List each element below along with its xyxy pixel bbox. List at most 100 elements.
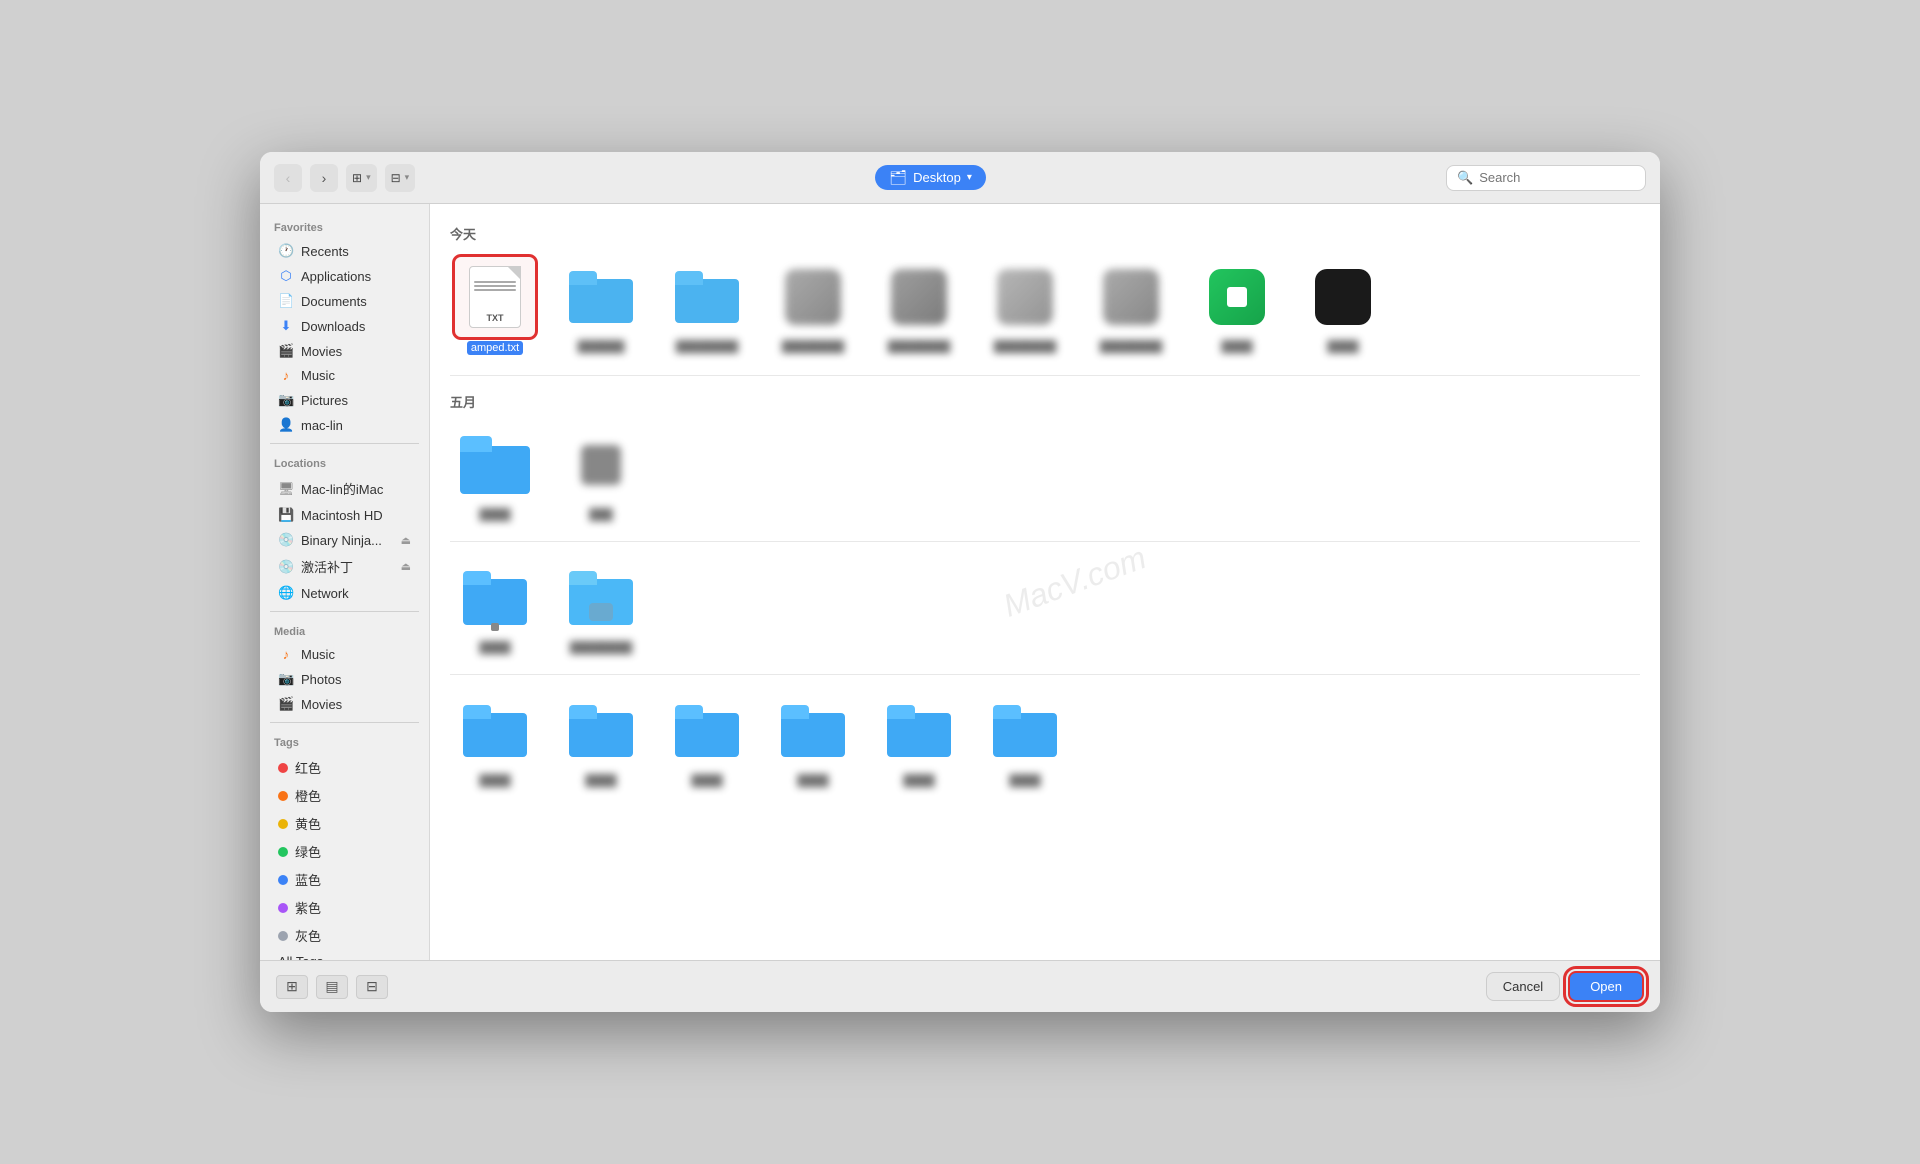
sidebar-item-documents[interactable]: 📄 Documents	[264, 289, 425, 313]
sidebar-item-tag-gray[interactable]: 灰色	[264, 922, 425, 949]
sidebar-label-recents: Recents	[301, 244, 349, 259]
file-item-amped-txt[interactable]: TXT amped.txt	[450, 257, 540, 355]
bottom-bar: ⊞ ▤ ⊟ Cancel Open	[260, 960, 1660, 1012]
file-item-big-folder[interactable]: ████	[450, 425, 540, 521]
blurred-4-icon	[1091, 257, 1171, 337]
sidebar-item-tag-red[interactable]: 红色	[264, 754, 425, 781]
sidebar-item-tag-blue[interactable]: 蓝色	[264, 866, 425, 893]
sidebar-item-tag-orange[interactable]: 橙色	[264, 782, 425, 809]
file-item-bf-4[interactable]: ████	[768, 691, 858, 787]
sidebar-item-movies-media[interactable]: 🎬 Movies	[264, 692, 425, 716]
bottom-icon-2[interactable]: ▤	[316, 975, 348, 999]
bf-6-name: ████	[1009, 775, 1040, 787]
sidebar-item-movies[interactable]: 🎬 Movies	[264, 339, 425, 363]
bf-1-name: ████	[479, 775, 510, 787]
app-dark-icon-wrapper	[1303, 257, 1383, 337]
file-item-bf-5[interactable]: ████	[874, 691, 964, 787]
sidebar-item-tag-yellow[interactable]: 黄色	[264, 810, 425, 837]
folder-b-icon	[569, 571, 633, 625]
network-icon: 🌐	[278, 585, 294, 601]
search-bar[interactable]: 🔍	[1446, 165, 1646, 191]
file-item-app-green[interactable]: ████	[1192, 257, 1282, 355]
sidebar-item-tag-purple[interactable]: 紫色	[264, 894, 425, 921]
sidebar-item-binary-ninja[interactable]: 💿 Binary Ninja... ⏏	[264, 528, 425, 552]
file-item-folder-1[interactable]: ██████	[556, 257, 646, 355]
bf-2-name: ████	[585, 775, 616, 787]
photos-icon: 📷	[278, 671, 294, 687]
list-view-icon: ⊟	[391, 171, 401, 185]
folder-icon: 🗂	[889, 169, 907, 186]
file-item-blurred-3[interactable]: ████████	[980, 257, 1070, 355]
bf-1-wrapper	[455, 691, 535, 771]
file-item-bf-2[interactable]: ████	[556, 691, 646, 787]
sidebar-item-tag-green[interactable]: 绿色	[264, 838, 425, 865]
sidebar-label-tag-gray: 灰色	[295, 926, 321, 945]
sidebar-label-network: Network	[301, 586, 349, 601]
more-files-grid: ████ ████████	[450, 558, 1640, 654]
sidebar: Favorites 🕐 Recents ⬡ Applications 📄 Doc…	[260, 204, 430, 960]
location-pill[interactable]: 🗂 Desktop ▾	[875, 165, 986, 190]
sidebar-item-pictures[interactable]: 📷 Pictures	[264, 388, 425, 412]
blurred-4-name: ████████	[1100, 341, 1162, 353]
toolbar: ‹ › ⊞ ▾ ⊟ ▾ 🗂 Desktop ▾ 🔍	[260, 152, 1660, 204]
back-button[interactable]: ‹	[274, 164, 302, 192]
sidebar-item-imac[interactable]: 🖥 Mac-lin的iMac	[264, 475, 425, 502]
today-files-grid: TXT amped.txt ██████	[450, 257, 1640, 355]
file-item-bf-6[interactable]: ████	[980, 691, 1070, 787]
sidebar-label-pictures: Pictures	[301, 393, 348, 408]
bottom-icon-1[interactable]: ⊞	[276, 975, 308, 999]
sidebar-item-network[interactable]: 🌐 Network	[264, 581, 425, 605]
app-green-icon	[1209, 269, 1265, 325]
sidebar-item-hd[interactable]: 💾 Macintosh HD	[264, 503, 425, 527]
location-chevron-icon: ▾	[967, 172, 972, 183]
bottom-files-grid: ████ ████	[450, 691, 1640, 787]
search-input[interactable]	[1479, 170, 1639, 185]
sidebar-item-recents[interactable]: 🕐 Recents	[264, 239, 425, 263]
bottom-icon-3[interactable]: ⊟	[356, 975, 388, 999]
sidebar-item-applications[interactable]: ⬡ Applications	[264, 264, 425, 288]
file-item-folder-b[interactable]: ████████	[556, 558, 646, 654]
sidebar-item-downloads[interactable]: ⬇ Downloads	[264, 314, 425, 338]
bf-4-name: ████	[797, 775, 828, 787]
sidebar-item-music-media[interactable]: ♪ Music	[264, 643, 425, 666]
blurred-2-icon	[879, 257, 959, 337]
bf-5-icon	[887, 705, 951, 757]
file-item-bf-3[interactable]: ████	[662, 691, 752, 787]
bottom-icons: ⊞ ▤ ⊟	[276, 975, 873, 999]
open-button[interactable]: Open	[1568, 971, 1644, 1002]
file-item-folder-2[interactable]: ████████	[662, 257, 752, 355]
txt-line-1	[474, 281, 516, 283]
sidebar-label-mac-lin: mac-lin	[301, 418, 343, 433]
file-item-blurred-4[interactable]: ████████	[1086, 257, 1176, 355]
sidebar-item-music[interactable]: ♪ Music	[264, 364, 425, 387]
sidebar-item-jihuo[interactable]: 💿 激活补丁 ⏏	[264, 553, 425, 580]
documents-icon: 📄	[278, 293, 294, 309]
file-open-dialog: ‹ › ⊞ ▾ ⊟ ▾ 🗂 Desktop ▾ 🔍 Favorites �	[260, 152, 1660, 1012]
sidebar-item-mac-lin[interactable]: 👤 mac-lin	[264, 413, 425, 437]
sidebar-label-movies-media: Movies	[301, 697, 342, 712]
forward-button[interactable]: ›	[310, 164, 338, 192]
sidebar-item-all-tags[interactable]: All Tags...	[264, 950, 425, 960]
folder-1-icon-wrapper	[561, 257, 641, 337]
tag-blue-dot	[278, 875, 288, 885]
sm-1-name: ███	[589, 509, 612, 521]
amped-txt-name: amped.txt	[467, 341, 523, 355]
sidebar-item-photos[interactable]: 📷 Photos	[264, 667, 425, 691]
file-item-bf-1[interactable]: ████	[450, 691, 540, 787]
file-item-blurred-2[interactable]: ████████	[874, 257, 964, 355]
file-item-blurred-1[interactable]: ████████	[768, 257, 858, 355]
sidebar-label-photos: Photos	[301, 672, 341, 687]
sidebar-divider-1	[270, 443, 419, 444]
movies-icon: 🎬	[278, 343, 294, 359]
list-view-toggle[interactable]: ⊟ ▾	[385, 164, 416, 192]
eject-jihuo-icon[interactable]: ⏏	[401, 560, 411, 573]
folder-1-icon	[569, 271, 633, 323]
icon-view-toggle[interactable]: ⊞ ▾	[346, 164, 377, 192]
cancel-button[interactable]: Cancel	[1486, 972, 1560, 1001]
file-item-folder-a[interactable]: ████	[450, 558, 540, 654]
file-item-app-dark[interactable]: ████	[1298, 257, 1388, 355]
eject-binary-icon[interactable]: ⏏	[401, 534, 411, 547]
file-item-sm-1[interactable]: ███	[556, 425, 646, 521]
tag-green-dot	[278, 847, 288, 857]
bf-6-wrapper	[985, 691, 1065, 771]
